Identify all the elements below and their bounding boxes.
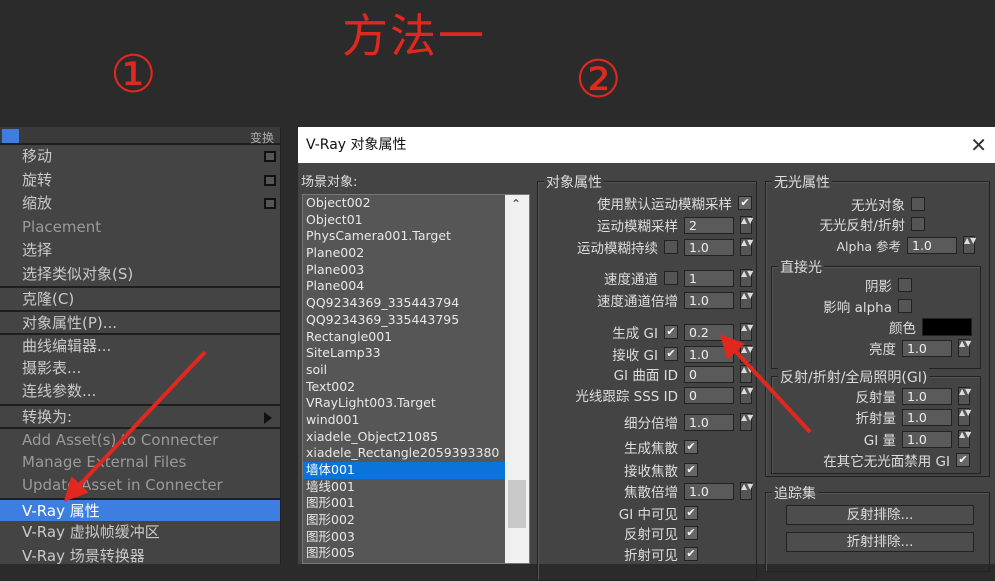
- red-arrows-overlay: [63, 334, 812, 502]
- arrow-to-vray-properties: [63, 350, 207, 502]
- arrow-to-generate-gi: [719, 334, 812, 434]
